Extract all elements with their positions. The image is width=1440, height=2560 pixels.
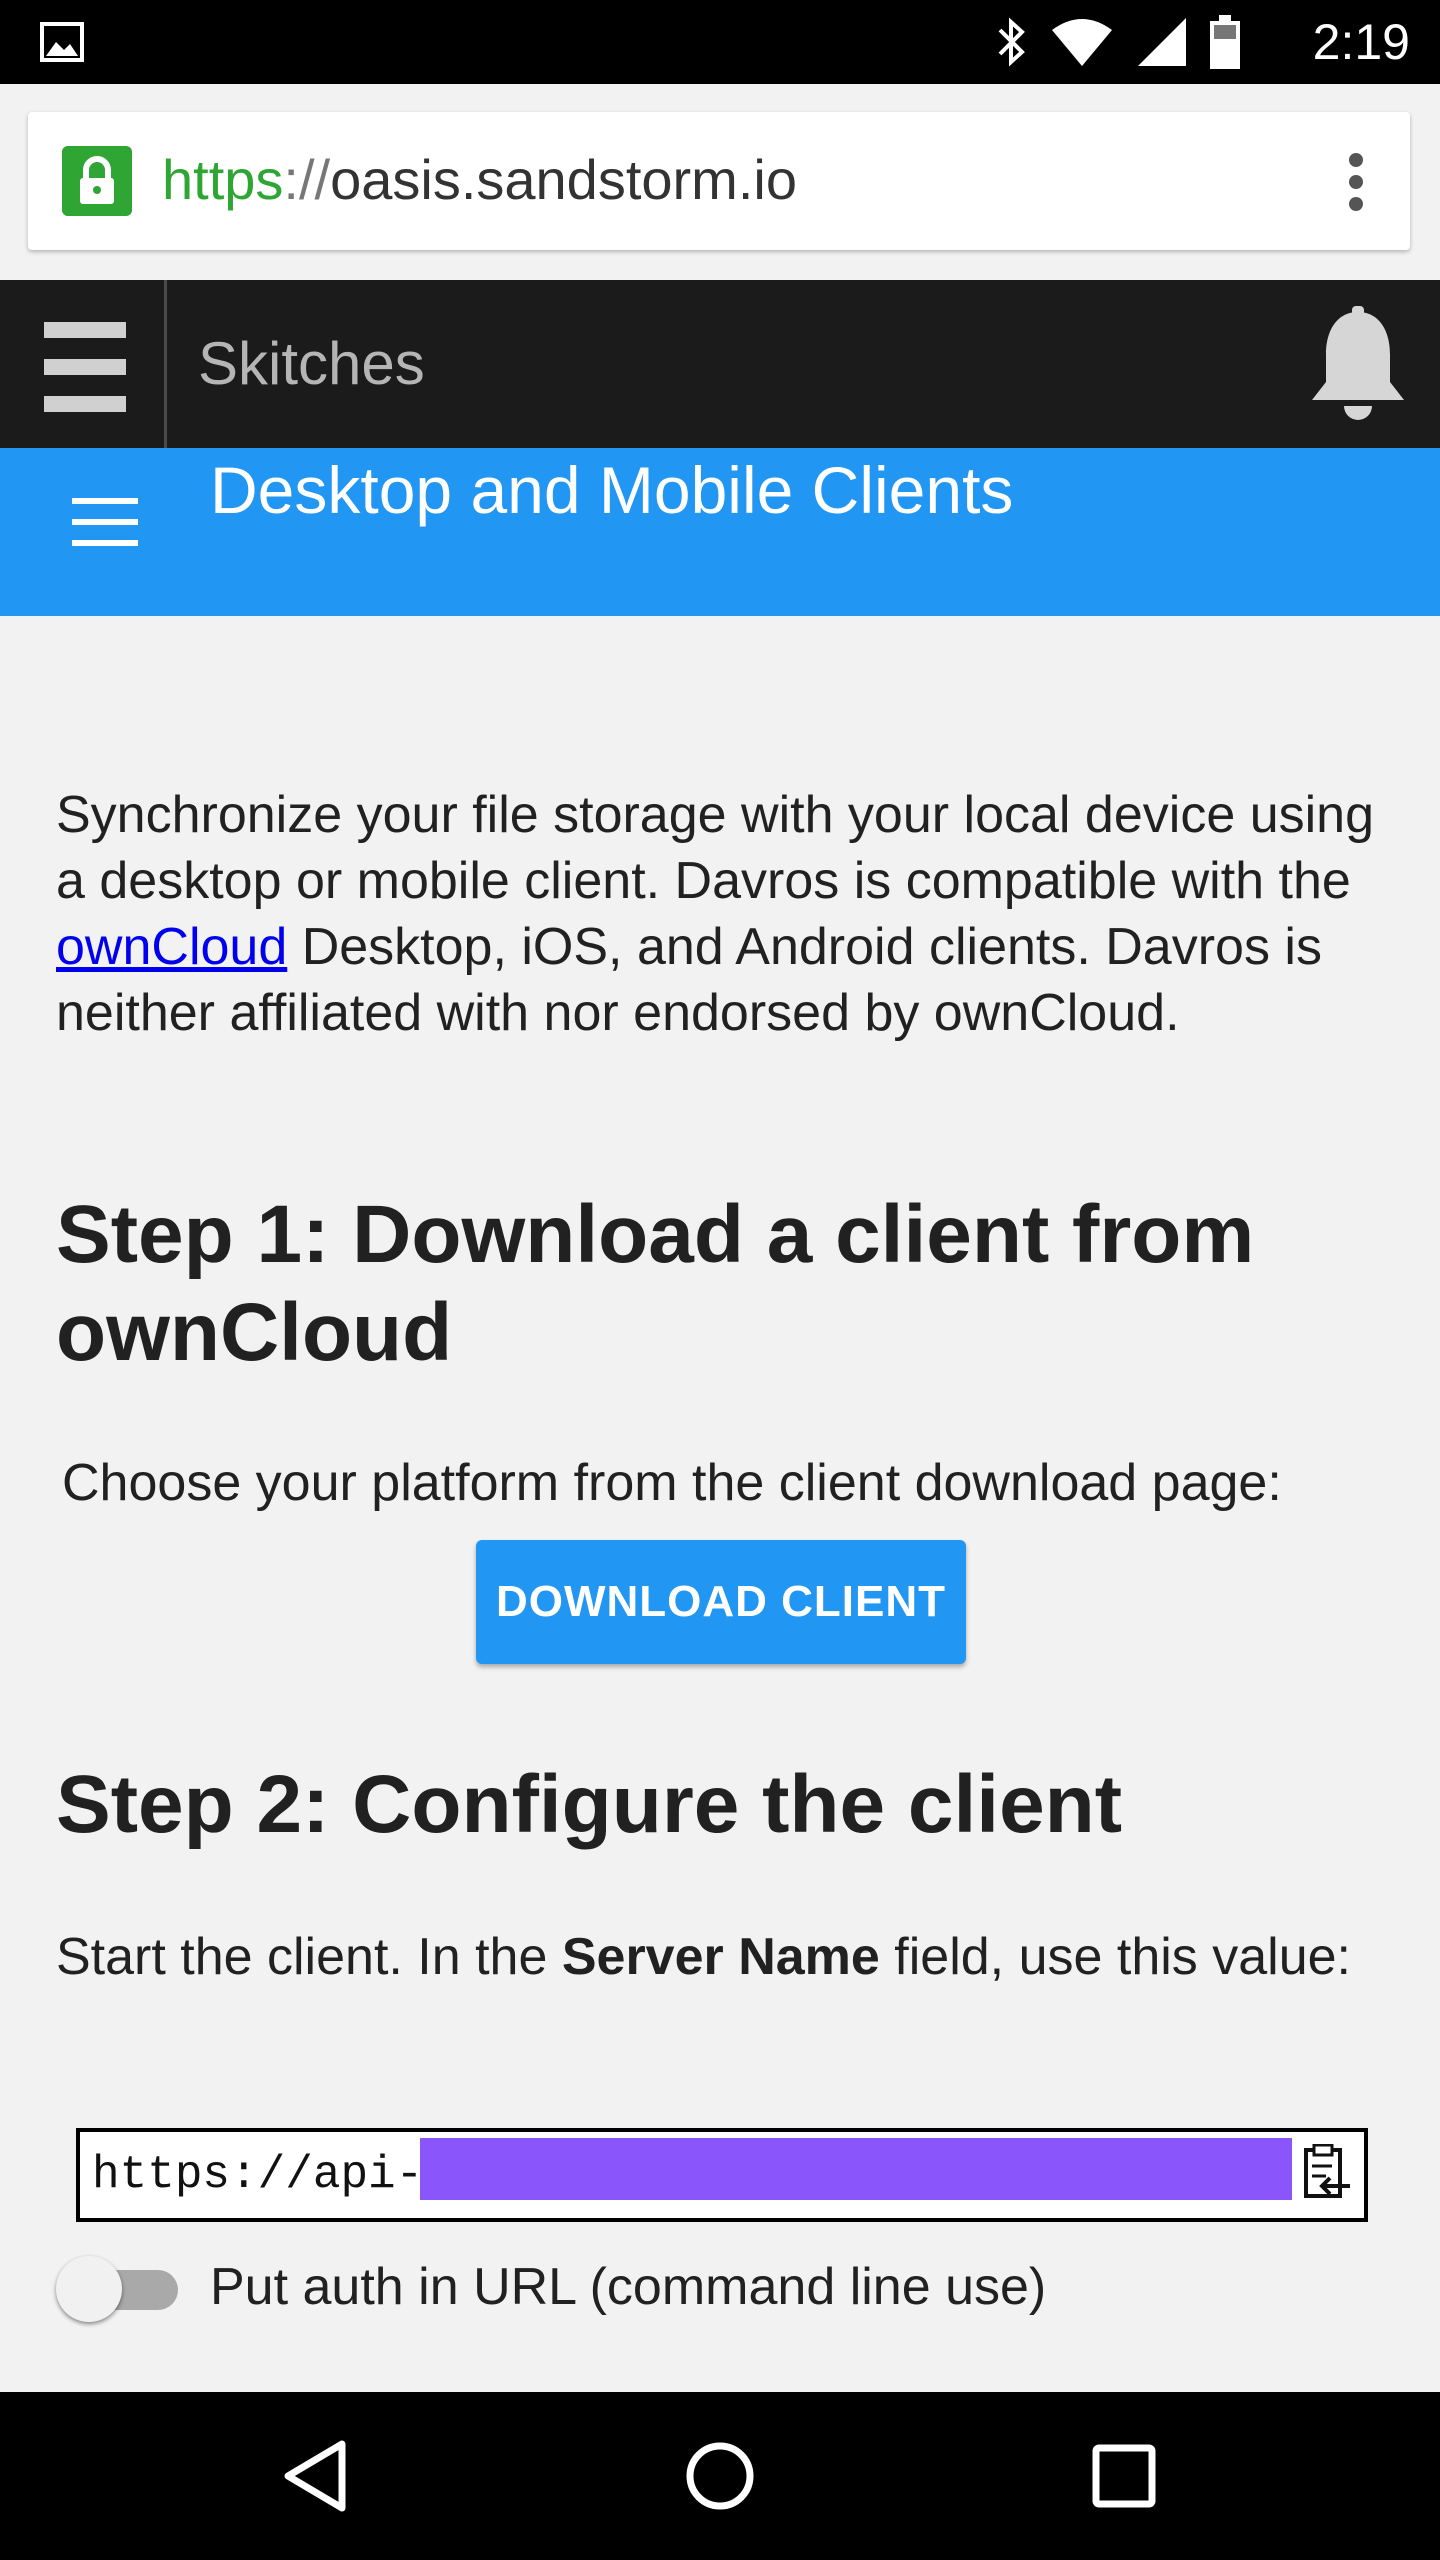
recents-icon[interactable] xyxy=(1074,2426,1174,2526)
start-text-end: field, use this value: xyxy=(879,1928,1351,1986)
server-url-field[interactable]: https://api- xyxy=(76,2128,1368,2222)
start-text: Start the client. In the xyxy=(56,1928,562,1986)
step1-heading: Step 1: Download a client from ownCloud xyxy=(56,1189,1255,1378)
start-client-text: Start the client. In the Server Name fie… xyxy=(56,1924,1386,1990)
back-icon[interactable] xyxy=(268,2426,368,2526)
url-host: oasis.sandstorm.io xyxy=(330,148,797,211)
bell-icon[interactable] xyxy=(1306,306,1410,426)
server-name-label: Server Name xyxy=(561,1928,880,1986)
choose-platform-text: Choose your platform from the client dow… xyxy=(62,1454,1282,1512)
overflow-menu-icon[interactable] xyxy=(1346,152,1366,212)
signal-icon xyxy=(1138,18,1186,66)
grain-title[interactable]: Skitches xyxy=(198,326,425,402)
bluetooth-icon xyxy=(998,17,1025,67)
toggle-thumb xyxy=(56,2256,122,2322)
url-scheme: https xyxy=(162,148,284,211)
intro-text: Synchronize your file storage with your … xyxy=(56,786,1375,910)
status-icons xyxy=(996,14,1240,70)
owncloud-link[interactable]: ownCloud xyxy=(56,918,287,976)
battery-icon xyxy=(1210,15,1240,69)
redacted-token xyxy=(420,2138,1292,2200)
toolbar-divider xyxy=(164,280,167,448)
page-title: Desktop and Mobile Clients xyxy=(210,453,1014,527)
url-text[interactable]: https://oasis.sandstorm.io xyxy=(162,144,797,216)
url-separator: :// xyxy=(283,148,331,211)
sandstorm-menu-icon[interactable] xyxy=(44,322,126,412)
status-bar: 2:19 xyxy=(0,0,1440,84)
system-nav-bar xyxy=(0,2392,1440,2560)
download-client-button[interactable]: DOWNLOAD CLIENT xyxy=(476,1540,966,1664)
auth-in-url-label: Put auth in URL (command line use) xyxy=(210,2258,1047,2316)
wifi-icon xyxy=(1052,19,1112,66)
auth-in-url-toggle[interactable] xyxy=(56,2256,178,2322)
app-toolbar: Skitches xyxy=(0,280,1440,448)
step2-heading: Step 2: Configure the client xyxy=(56,1759,1123,1850)
status-time: 2:19 xyxy=(1312,14,1410,70)
nav-menu-icon[interactable] xyxy=(72,498,138,546)
page-header: Desktop and Mobile Clients xyxy=(0,448,1440,616)
browser-url-area: https://oasis.sandstorm.io xyxy=(0,84,1440,280)
gallery-icon xyxy=(40,22,84,62)
intro-paragraph: Synchronize your file storage with your … xyxy=(56,782,1386,1046)
clipboard-icon[interactable] xyxy=(1302,2144,1352,2200)
server-url-value[interactable]: https://api- xyxy=(92,2142,423,2208)
lock-icon xyxy=(62,146,132,216)
home-icon[interactable] xyxy=(670,2426,770,2526)
address-bar[interactable]: https://oasis.sandstorm.io xyxy=(28,112,1410,250)
